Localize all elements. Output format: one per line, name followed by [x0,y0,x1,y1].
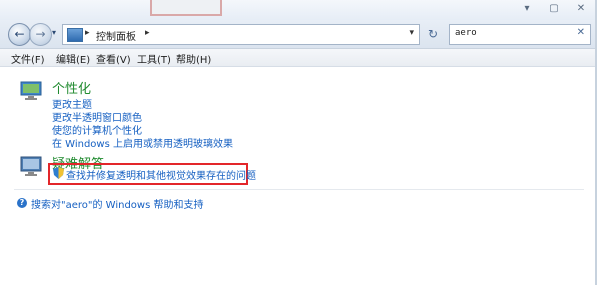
back-button[interactable]: ← [8,23,31,46]
menu-bar: 文件(F) 编辑(E) 查看(V) 工具(T) 帮助(H) [0,49,597,67]
troubleshooting-icon [20,156,42,176]
refresh-icon[interactable]: ↻ [428,27,438,41]
fix-visual-effects-link[interactable]: 查找并修复透明和其他视觉效果存在的问题 [66,167,256,182]
menu-tools[interactable]: 工具(T) [137,51,171,66]
forward-button[interactable]: → [29,23,52,46]
clear-search-icon[interactable]: ✕ [577,27,585,38]
address-bar[interactable]: ▸ 控制面板 ▸ ▾ [62,24,420,45]
menu-edit[interactable]: 编辑(E) [56,51,90,66]
shield-icon [53,167,64,179]
breadcrumb-separator-icon[interactable]: ▸ [145,28,150,38]
breadcrumb-separator-icon[interactable]: ▸ [85,28,90,38]
title-bar: ▾ ▢ ✕ [0,0,597,20]
search-windows-help-link[interactable]: 搜索对"aero"的 Windows 帮助和支持 [31,196,204,211]
personalization-icon [20,81,42,100]
search-query[interactable]: aero [455,28,477,38]
control-panel-icon [67,28,83,42]
menu-help[interactable]: 帮助(H) [176,51,211,66]
address-dropdown-icon[interactable]: ▾ [409,28,414,38]
recent-pages-dropdown[interactable]: ▾ [52,28,56,37]
search-input[interactable]: aero ✕ [449,24,591,45]
menu-file[interactable]: 文件(F) [11,51,45,66]
address-toolbar: ← → ▾ ▸ 控制面板 ▸ ▾ ↻ aero ✕ [0,20,597,49]
maximize-button[interactable]: ▢ [545,2,563,16]
personalization-heading[interactable]: 个性化 [52,78,91,97]
help-icon: ? [17,198,27,208]
close-button[interactable]: ✕ [572,2,590,16]
divider [14,189,584,190]
minimize-button[interactable]: ▾ [518,2,536,16]
results-pane: 个性化 更改主题 更改半透明窗口颜色 使您的计算机个性化 在 Windows 上… [0,67,597,285]
background-window-fragment [150,0,222,16]
breadcrumb-control-panel[interactable]: 控制面板 [96,28,136,43]
toggle-glass-effect-link[interactable]: 在 Windows 上启用或禁用透明玻璃效果 [52,135,233,150]
menu-view[interactable]: 查看(V) [96,51,131,66]
